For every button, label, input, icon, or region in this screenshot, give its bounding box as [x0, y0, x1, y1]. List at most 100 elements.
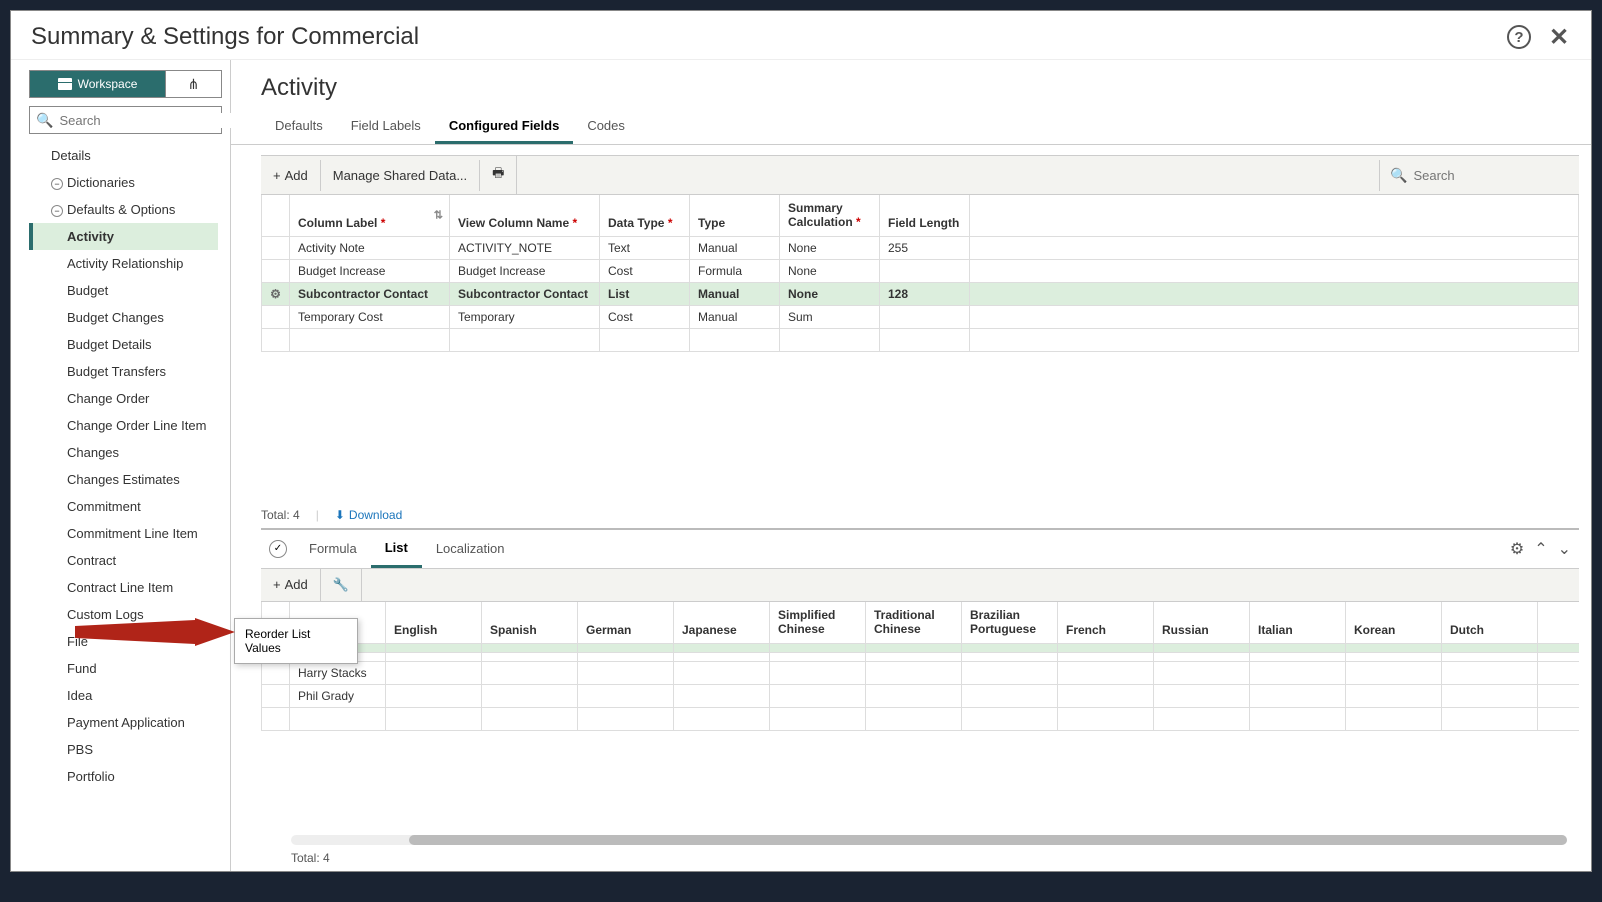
- close-icon[interactable]: ✕: [1547, 25, 1571, 49]
- sidebar-item[interactable]: Payment Application: [29, 709, 218, 736]
- col-summary-calc[interactable]: Summary Calculation *: [780, 195, 880, 236]
- col-view-column-name[interactable]: View Column Name *: [450, 195, 600, 236]
- col-german[interactable]: German: [578, 602, 674, 643]
- tab-localization[interactable]: Localization: [422, 531, 519, 566]
- sidebar-tree: Details−Dictionaries−Defaults & OptionsA…: [29, 142, 222, 861]
- list-values-table: ⚙ Value * English Spanish German Japanes…: [261, 602, 1579, 731]
- collapse-down-icon[interactable]: ⌄: [1558, 539, 1571, 559]
- row-gear-icon[interactable]: ⚙: [262, 282, 290, 305]
- approve-toggle-icon[interactable]: ✓: [269, 540, 287, 558]
- sidebar-item[interactable]: Change Order Line Item: [29, 412, 218, 439]
- sidebar-item[interactable]: Custom Logs: [29, 601, 218, 628]
- sidebar-item[interactable]: Contract: [29, 547, 218, 574]
- print-button[interactable]: 🖶: [480, 156, 517, 194]
- col-dutch[interactable]: Dutch: [1442, 602, 1538, 643]
- tab-codes[interactable]: Codes: [573, 110, 639, 144]
- sidebar-item[interactable]: Budget Transfers: [29, 358, 218, 385]
- sidebar-item[interactable]: Activity: [29, 223, 218, 250]
- list-row[interactable]: Harry Stacks: [262, 661, 1580, 684]
- col-type[interactable]: Type: [690, 195, 780, 236]
- list-row[interactable]: Phil Grady: [262, 684, 1580, 707]
- table-row[interactable]: Budget IncreaseBudget IncreaseCostFormul…: [262, 259, 1579, 282]
- sidebar-item[interactable]: Budget: [29, 277, 218, 304]
- horizontal-scrollbar[interactable]: [291, 835, 1567, 845]
- sidebar-item-label: Fund: [67, 661, 97, 676]
- plus-icon: +: [273, 577, 281, 592]
- expand-icon[interactable]: −: [51, 178, 63, 190]
- sidebar-item[interactable]: Change Order: [29, 385, 218, 412]
- col-russian[interactable]: Russian: [1154, 602, 1250, 643]
- tab-field_labels[interactable]: Field Labels: [337, 110, 435, 144]
- sidebar-item-label: Commitment Line Item: [67, 526, 198, 541]
- sidebar: Workspace ⋔ 🔍 Details−Dictionaries−Defau…: [11, 60, 231, 871]
- collapse-up-icon[interactable]: ⌃: [1534, 539, 1547, 559]
- list-row[interactable]: [262, 643, 1580, 652]
- sidebar-search-input[interactable]: [53, 113, 235, 128]
- value-cell[interactable]: Harry Stacks: [290, 661, 386, 684]
- sidebar-item-label: Dictionaries: [67, 175, 135, 190]
- expand-icon[interactable]: −: [51, 205, 63, 217]
- list-row-empty[interactable]: [262, 707, 1580, 730]
- value-cell[interactable]: Phil Grady: [290, 684, 386, 707]
- sidebar-item-label: Budget Changes: [67, 310, 164, 325]
- col-english[interactable]: English: [386, 602, 482, 643]
- sidebar-item[interactable]: −Dictionaries: [29, 169, 218, 196]
- col-korean[interactable]: Korean: [1346, 602, 1442, 643]
- tab-configured_fields[interactable]: Configured Fields: [435, 110, 574, 144]
- sidebar-item[interactable]: PBS: [29, 736, 218, 763]
- sidebar-item[interactable]: File: [29, 628, 218, 655]
- manage-shared-data-button[interactable]: Manage Shared Data...: [321, 160, 480, 191]
- lower-toolbar: + Add 🔧: [261, 569, 1579, 602]
- list-row[interactable]: [262, 652, 1580, 661]
- table-row[interactable]: Activity NoteACTIVITY_NOTETextManualNone…: [262, 236, 1579, 259]
- workspace-toggle[interactable]: Workspace: [29, 70, 166, 98]
- col-column-label[interactable]: Column Label *⇅: [290, 195, 450, 236]
- org-toggle[interactable]: ⋔: [166, 70, 222, 98]
- sidebar-item[interactable]: −Defaults & Options: [29, 196, 218, 223]
- sidebar-item[interactable]: Commitment: [29, 493, 218, 520]
- tab-list[interactable]: List: [371, 530, 422, 568]
- col-braz-port[interactable]: Brazilian Portuguese: [962, 602, 1058, 643]
- reorder-list-values-item[interactable]: Reorder List Values: [235, 619, 357, 663]
- col-trad-chinese[interactable]: Traditional Chinese: [866, 602, 962, 643]
- col-data-type[interactable]: Data Type *: [600, 195, 690, 236]
- lower-panel: ✓ Formula List Localization ⚙ ⌃ ⌄ + Add: [261, 528, 1579, 871]
- col-field-length[interactable]: Field Length: [880, 195, 970, 236]
- sidebar-item-label: Budget: [67, 283, 108, 298]
- tab-defaults[interactable]: Defaults: [261, 110, 337, 144]
- sidebar-item-label: Idea: [67, 688, 92, 703]
- sidebar-item-label: Activity Relationship: [67, 256, 183, 271]
- configure-button[interactable]: 🔧: [321, 569, 362, 601]
- sidebar-item[interactable]: Details: [29, 142, 218, 169]
- sidebar-item[interactable]: Portfolio: [29, 763, 218, 790]
- download-link[interactable]: ⬇ Download: [335, 508, 402, 522]
- sidebar-item[interactable]: Commitment Line Item: [29, 520, 218, 547]
- sidebar-item[interactable]: Budget Changes: [29, 304, 218, 331]
- search-icon: 🔍: [1390, 167, 1407, 184]
- table-row[interactable]: Temporary CostTemporaryCostManualSum: [262, 305, 1579, 328]
- sidebar-item[interactable]: Budget Details: [29, 331, 218, 358]
- col-simp-chinese[interactable]: Simplified Chinese: [770, 602, 866, 643]
- sidebar-item[interactable]: Changes: [29, 439, 218, 466]
- sidebar-item[interactable]: Fund: [29, 655, 218, 682]
- col-french[interactable]: French: [1058, 602, 1154, 643]
- upper-toolbar: + Add Manage Shared Data... 🖶 🔍: [261, 155, 1579, 195]
- upper-search-input[interactable]: [1407, 160, 1591, 191]
- sidebar-item[interactable]: Contract Line Item: [29, 574, 218, 601]
- add-value-button[interactable]: + Add: [261, 569, 321, 601]
- sidebar-item-label: Custom Logs: [67, 607, 144, 622]
- col-italian[interactable]: Italian: [1250, 602, 1346, 643]
- help-icon[interactable]: ?: [1507, 25, 1531, 49]
- lower-table-footer: Total: 4: [261, 845, 1579, 871]
- tab-formula[interactable]: Formula: [295, 531, 371, 566]
- sidebar-item-label: Changes Estimates: [67, 472, 180, 487]
- gear-icon[interactable]: ⚙: [1510, 539, 1524, 559]
- sidebar-item[interactable]: Changes Estimates: [29, 466, 218, 493]
- col-spanish[interactable]: Spanish: [482, 602, 578, 643]
- col-japanese[interactable]: Japanese: [674, 602, 770, 643]
- table-row-empty[interactable]: [262, 328, 1579, 351]
- add-button[interactable]: + Add: [261, 160, 321, 191]
- table-row[interactable]: ⚙Subcontractor ContactSubcontractor Cont…: [262, 282, 1579, 305]
- sidebar-item[interactable]: Activity Relationship: [29, 250, 218, 277]
- sidebar-item[interactable]: Idea: [29, 682, 218, 709]
